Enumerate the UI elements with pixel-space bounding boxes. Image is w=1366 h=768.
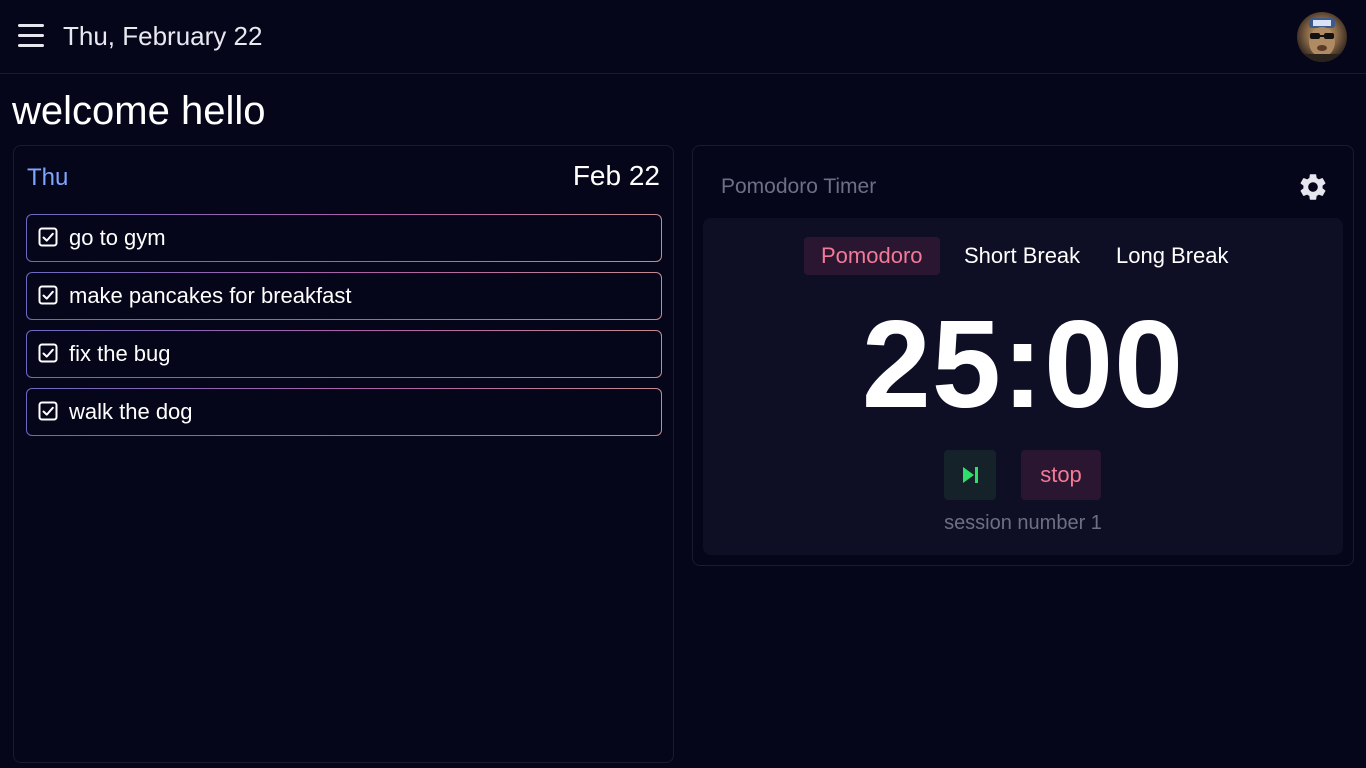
tab-long-break[interactable]: Long Break [1099, 237, 1246, 275]
todo-day-label: Thu [27, 164, 69, 191]
gear-icon[interactable] [1297, 171, 1329, 203]
top-bar: Thu, February 22 [0, 0, 1366, 74]
todo-item-label: make pancakes for breakfast [69, 283, 352, 308]
todo-item-label: go to gym [69, 225, 166, 250]
checkbox-checked-icon[interactable] [38, 227, 58, 247]
todo-item[interactable]: make pancakes for breakfast [26, 272, 662, 320]
stop-button[interactable]: stop [1021, 450, 1101, 500]
checkbox-checked-icon[interactable] [38, 343, 58, 363]
todo-list: go to gym make pancakes for breakfast fi… [26, 214, 662, 446]
todo-date-label: Feb 22 [572, 160, 660, 191]
todo-item[interactable]: go to gym [26, 214, 662, 262]
header-date: Thu, February 22 [63, 21, 263, 51]
pomodoro-panel: Pomodoro Timer Pomodoro Short Break Long… [692, 145, 1354, 566]
tab-pomodoro[interactable]: Pomodoro [804, 237, 940, 275]
user-avatar[interactable] [1297, 12, 1347, 62]
session-counter: session number 1 [944, 512, 1102, 534]
todo-item[interactable]: fix the bug [26, 330, 662, 378]
tab-short-break[interactable]: Short Break [947, 237, 1097, 275]
skip-button[interactable] [944, 450, 996, 500]
timer-card: Pomodoro Short Break Long Break 25:00 st… [703, 218, 1343, 555]
todo-item[interactable]: walk the dog [26, 388, 662, 436]
welcome-heading: welcome hello [12, 89, 266, 133]
checkbox-checked-icon[interactable] [38, 401, 58, 421]
hamburger-menu-icon[interactable] [16, 22, 46, 50]
timer-display: 25:00 [861, 296, 1185, 434]
checkbox-checked-icon[interactable] [38, 285, 58, 305]
skip-next-icon [963, 467, 978, 483]
avatar-image [1297, 18, 1347, 62]
todo-item-label: fix the bug [69, 341, 171, 366]
pomodoro-title: Pomodoro Timer [721, 175, 877, 198]
todo-item-label: walk the dog [69, 399, 193, 424]
todo-panel: Thu Feb 22 go to gym make pancakes for b… [13, 145, 674, 763]
